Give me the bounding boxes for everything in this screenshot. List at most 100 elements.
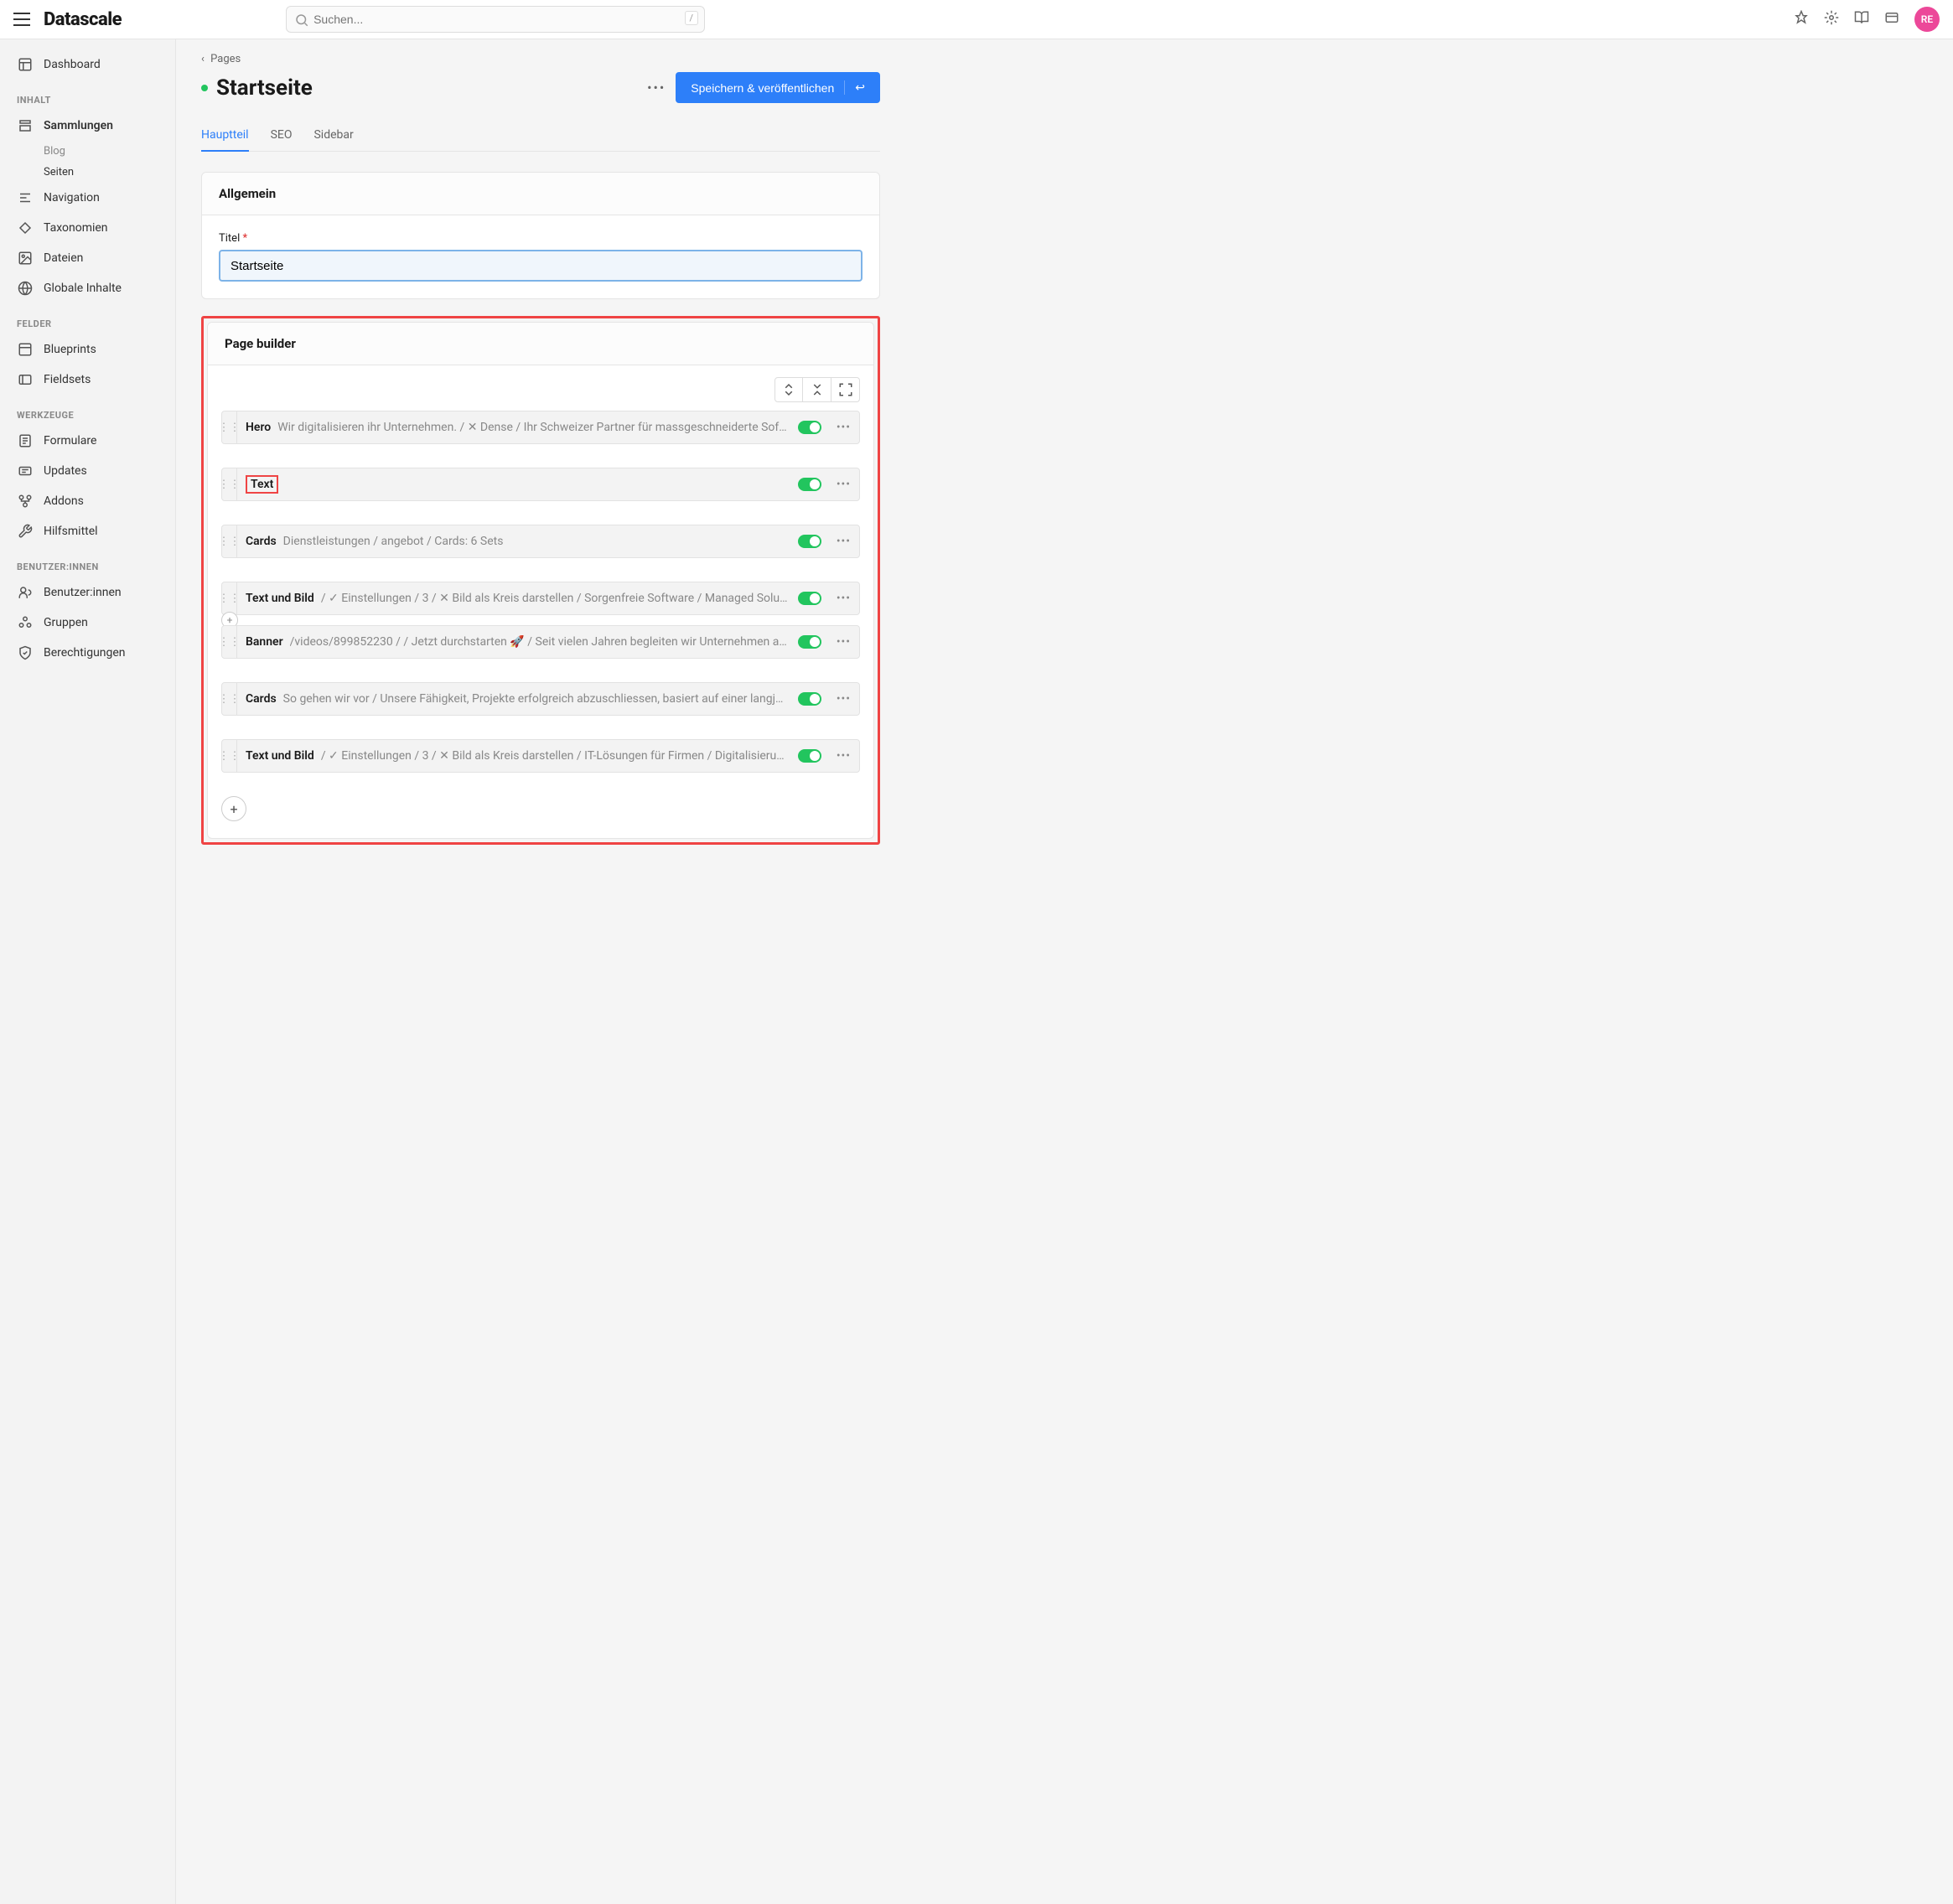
block-more-icon[interactable]: ••• bbox=[828, 535, 859, 548]
title-input[interactable] bbox=[219, 250, 863, 282]
block-name: Hero bbox=[246, 421, 271, 434]
drag-handle-icon[interactable]: ⋮⋮ bbox=[222, 740, 237, 772]
tab-seo[interactable]: SEO bbox=[271, 120, 293, 151]
block-toggle[interactable] bbox=[798, 749, 821, 763]
block-list: ⋮⋮HeroWir digitalisieren ihr Unternehmen… bbox=[208, 411, 873, 838]
groups-icon bbox=[17, 614, 34, 631]
save-publish-button[interactable]: Speichern & veröffentlichen ↩ bbox=[676, 72, 880, 103]
users-icon bbox=[17, 584, 34, 601]
block-more-icon[interactable]: ••• bbox=[828, 635, 859, 649]
section-inhalt: INHALT bbox=[0, 80, 175, 111]
block-toggle[interactable] bbox=[798, 421, 821, 434]
sidebar-subitem-seiten[interactable]: Seiten bbox=[0, 162, 175, 183]
search-icon bbox=[294, 13, 309, 31]
block-more-icon[interactable]: ••• bbox=[828, 421, 859, 434]
gear-icon[interactable] bbox=[1824, 10, 1839, 28]
block-row[interactable]: ⋮⋮ Text ••• bbox=[221, 468, 860, 501]
breadcrumb[interactable]: ‹ Pages bbox=[201, 53, 880, 65]
pin-icon[interactable] bbox=[1794, 10, 1809, 28]
tab-sidebar[interactable]: Sidebar bbox=[313, 120, 353, 151]
navigation-icon bbox=[17, 189, 34, 206]
block-toggle[interactable] bbox=[798, 635, 821, 649]
sidebar-item-hilfsmittel[interactable]: Hilfsmittel bbox=[0, 516, 175, 546]
main-content: ‹ Pages Startseite ••• Speichern & veröf… bbox=[176, 39, 905, 1904]
section-werkzeuge: WERKZEUGE bbox=[0, 395, 175, 426]
book-icon[interactable] bbox=[1854, 10, 1869, 28]
block-more-icon[interactable]: ••• bbox=[828, 692, 859, 706]
block-more-icon[interactable]: ••• bbox=[828, 749, 859, 763]
search-shortcut: / bbox=[685, 11, 699, 25]
sidebar-item-dashboard[interactable]: Dashboard bbox=[0, 49, 175, 80]
collapse-all-icon[interactable] bbox=[803, 377, 831, 402]
block-row[interactable]: ⋮⋮Banner/videos/899852230 / / Jetzt durc… bbox=[221, 625, 860, 659]
app-logo[interactable]: Datascale bbox=[44, 9, 122, 30]
block-row[interactable]: ⋮⋮CardsSo gehen wir vor / Unsere Fähigke… bbox=[221, 682, 860, 716]
add-block-button[interactable]: + bbox=[221, 796, 246, 821]
sidebar-item-berechtigungen[interactable]: Berechtigungen bbox=[0, 638, 175, 668]
page-actions-more[interactable]: ••• bbox=[647, 80, 666, 96]
block-name: Cards bbox=[246, 692, 277, 706]
topbar: Datascale / RE bbox=[0, 0, 1953, 39]
sidebar-item-addons[interactable]: Addons bbox=[0, 486, 175, 516]
save-dropdown-icon[interactable]: ↩ bbox=[844, 80, 865, 95]
blueprint-icon bbox=[17, 341, 34, 358]
fieldset-icon bbox=[17, 371, 34, 388]
drag-handle-icon[interactable]: ⋮⋮ bbox=[222, 582, 237, 614]
sidebar-subitem-blog[interactable]: Blog bbox=[0, 141, 175, 162]
block-name: Text bbox=[246, 475, 278, 494]
status-dot bbox=[201, 85, 208, 91]
general-card: Allgemein Titel * bbox=[201, 172, 880, 299]
tabs: Hauptteil SEO Sidebar bbox=[201, 120, 880, 152]
block-content: HeroWir digitalisieren ihr Unternehmen. … bbox=[237, 421, 798, 434]
drag-handle-icon[interactable]: ⋮⋮ bbox=[222, 525, 237, 557]
fullscreen-icon[interactable] bbox=[831, 377, 860, 402]
block-row[interactable]: ⋮⋮ Text und Bild / ✓ Einstellungen / 3 / ✕… bbox=[221, 739, 860, 773]
block-wrap: ⋮⋮Text und Bild/ ✓ Einstellungen / 3 / ✕… bbox=[221, 582, 860, 615]
block-row[interactable]: ⋮⋮HeroWir digitalisieren ihr Unternehmen… bbox=[221, 411, 860, 444]
block-content: Banner/videos/899852230 / / Jetzt durchs… bbox=[237, 635, 798, 649]
tab-hauptteil[interactable]: Hauptteil bbox=[201, 120, 249, 152]
block-more-icon[interactable]: ••• bbox=[828, 478, 859, 491]
sidebar-item-gruppen[interactable]: Gruppen bbox=[0, 608, 175, 638]
sidebar-item-navigation[interactable]: Navigation bbox=[0, 183, 175, 213]
block-wrap: ⋮⋮ Text ••• bbox=[221, 468, 860, 501]
sidebar-item-benutzer[interactable]: Benutzer:innen bbox=[0, 577, 175, 608]
drag-handle-icon[interactable]: ⋮⋮ bbox=[222, 683, 237, 715]
block-name: Banner bbox=[246, 635, 283, 649]
drag-handle-icon[interactable]: ⋮⋮ bbox=[222, 411, 237, 443]
panel-icon[interactable] bbox=[1884, 10, 1899, 28]
search-input[interactable] bbox=[286, 6, 705, 33]
block-content: CardsSo gehen wir vor / Unsere Fähigkeit… bbox=[237, 692, 798, 706]
sidebar-item-taxonomien[interactable]: Taxonomien bbox=[0, 213, 175, 243]
drag-handle-icon[interactable]: ⋮⋮ bbox=[222, 468, 237, 500]
page-title: Startseite bbox=[201, 75, 313, 101]
sidebar-item-blueprints[interactable]: Blueprints bbox=[0, 334, 175, 365]
sidebar-item-globale[interactable]: Globale Inhalte bbox=[0, 273, 175, 303]
block-row[interactable]: ⋮⋮Text und Bild/ ✓ Einstellungen / 3 / ✕… bbox=[221, 582, 860, 615]
sidebar-item-formulare[interactable]: Formulare bbox=[0, 426, 175, 456]
dashboard-icon bbox=[17, 56, 34, 73]
menu-toggle[interactable] bbox=[13, 13, 30, 26]
globe-icon bbox=[17, 280, 34, 297]
block-content: Text bbox=[237, 475, 798, 494]
sidebar-item-sammlungen[interactable]: Sammlungen bbox=[0, 111, 175, 141]
tools-icon bbox=[17, 523, 34, 540]
block-toggle[interactable] bbox=[798, 535, 821, 548]
block-row[interactable]: ⋮⋮CardsDienstleistungen / angebot / Card… bbox=[221, 525, 860, 558]
sidebar-item-fieldsets[interactable]: Fieldsets bbox=[0, 365, 175, 395]
block-toggle[interactable] bbox=[798, 478, 821, 491]
block-name: Text und Bild bbox=[246, 749, 314, 763]
block-more-icon[interactable]: ••• bbox=[828, 592, 859, 605]
block-desc: / ✓ Einstellungen / 3 / ✕ Bild als Kreis… bbox=[321, 749, 790, 763]
expand-all-icon[interactable] bbox=[774, 377, 803, 402]
chevron-left-icon: ‹ bbox=[201, 53, 205, 65]
shield-icon bbox=[17, 644, 34, 661]
sidebar-item-dateien[interactable]: Dateien bbox=[0, 243, 175, 273]
block-toggle[interactable] bbox=[798, 592, 821, 605]
avatar[interactable]: RE bbox=[1914, 7, 1940, 32]
drag-handle-icon[interactable]: ⋮⋮ bbox=[222, 626, 237, 658]
block-content: CardsDienstleistungen / angebot / Cards:… bbox=[237, 535, 798, 548]
sidebar-item-updates[interactable]: Updates bbox=[0, 456, 175, 486]
block-wrap: ⋮⋮HeroWir digitalisieren ihr Unternehmen… bbox=[221, 411, 860, 444]
block-toggle[interactable] bbox=[798, 692, 821, 706]
